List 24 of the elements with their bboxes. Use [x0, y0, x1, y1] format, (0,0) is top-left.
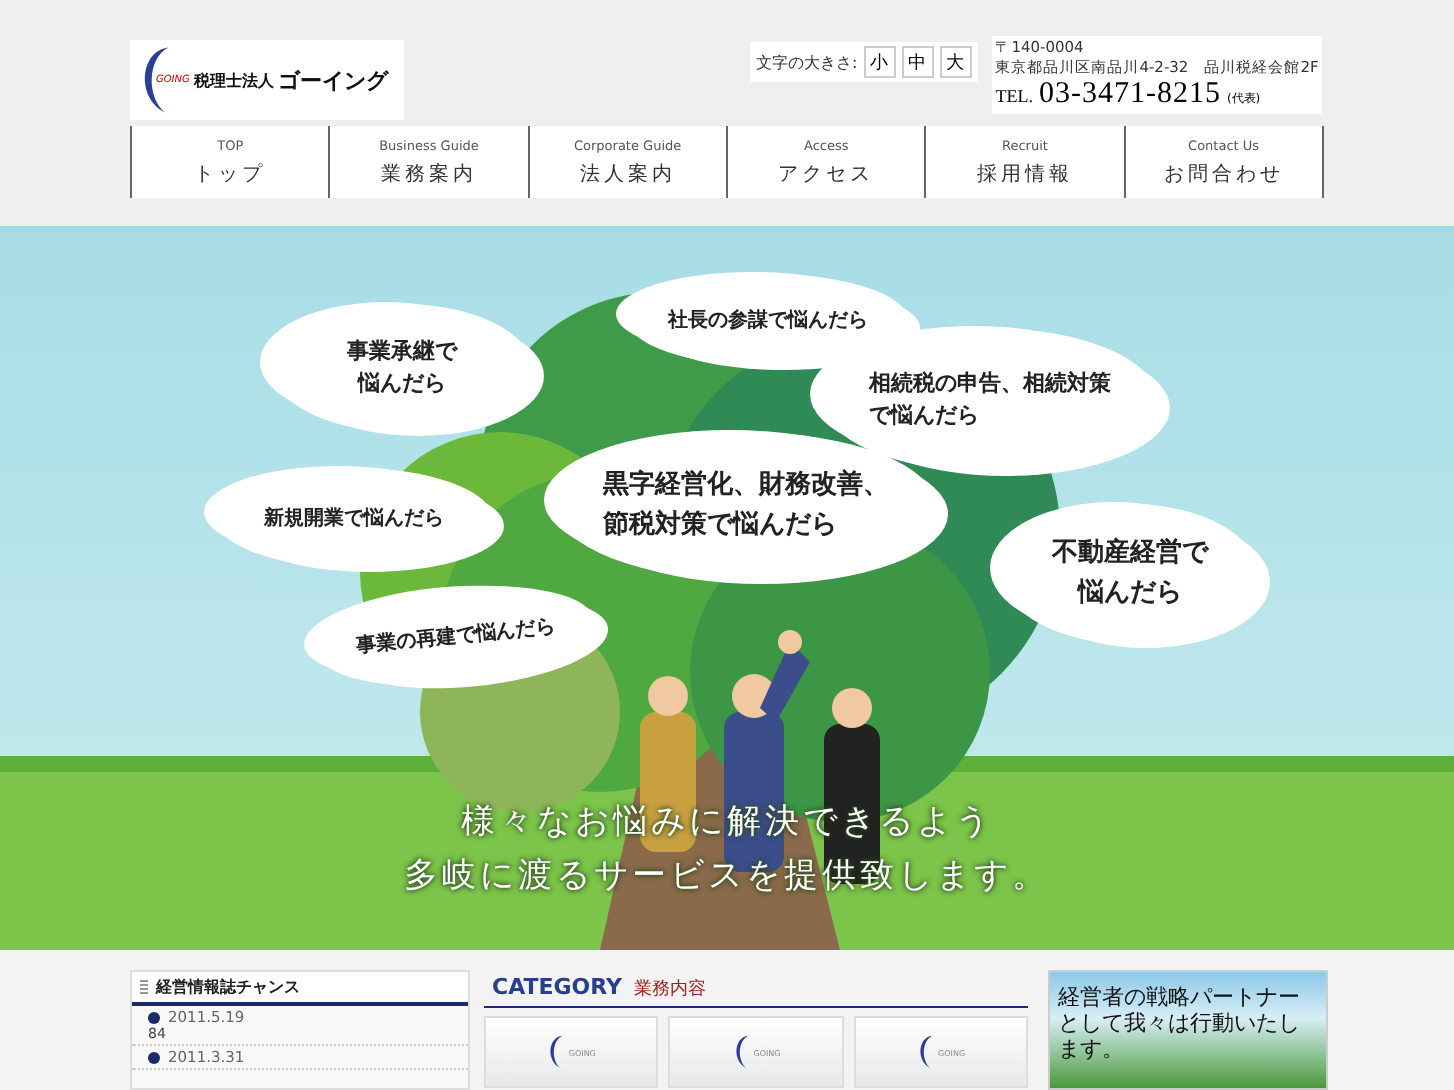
font-size-label: 文字の大きさ: — [756, 51, 858, 73]
grip-icon — [140, 979, 148, 995]
banner-text: 経営者の戦略パートナーとして我々は行動いたします。 — [1058, 984, 1302, 1062]
crescent-icon — [731, 1034, 750, 1070]
font-size-button[interactable]: 大 — [939, 46, 972, 78]
speech-cloud: 不動産経営で悩んだら — [1010, 512, 1250, 636]
category-heading: CATEGORY — [492, 974, 622, 1000]
speech-cloud: 相続税の申告、相続対策で悩んだら — [830, 336, 1150, 464]
phone-number: 03-3471-8215 — [1038, 78, 1221, 112]
speech-cloud: 黒字経営化、財務改善、節税対策で悩んだら — [564, 440, 928, 572]
logo-name-text: ゴーイング — [277, 65, 388, 95]
font-size-button[interactable]: 小 — [863, 46, 896, 78]
speech-cloud: 社長の参謀で悩んだら — [636, 282, 900, 358]
speech-cloud: 新規開業で悩んだら — [224, 476, 484, 560]
speech-cloud: 事業承継で悩んだら — [280, 312, 524, 424]
font-size-button[interactable]: 中 — [901, 46, 934, 78]
hero-caption: 様々なお悩みに解決できるよう — [461, 800, 993, 844]
org-type-text: 税理士法人 — [193, 69, 274, 91]
crescent-icon — [916, 1034, 935, 1070]
partner-banner[interactable]: 経営者の戦略パートナーとして我々は行動いたします。 — [1048, 970, 1328, 1090]
category-subheading: 業務内容 — [633, 977, 706, 1002]
news-panel-heading: 経営情報誌チャンス — [156, 976, 300, 998]
crescent-icon — [546, 1034, 565, 1070]
tel-label: TEL. — [995, 86, 1033, 106]
